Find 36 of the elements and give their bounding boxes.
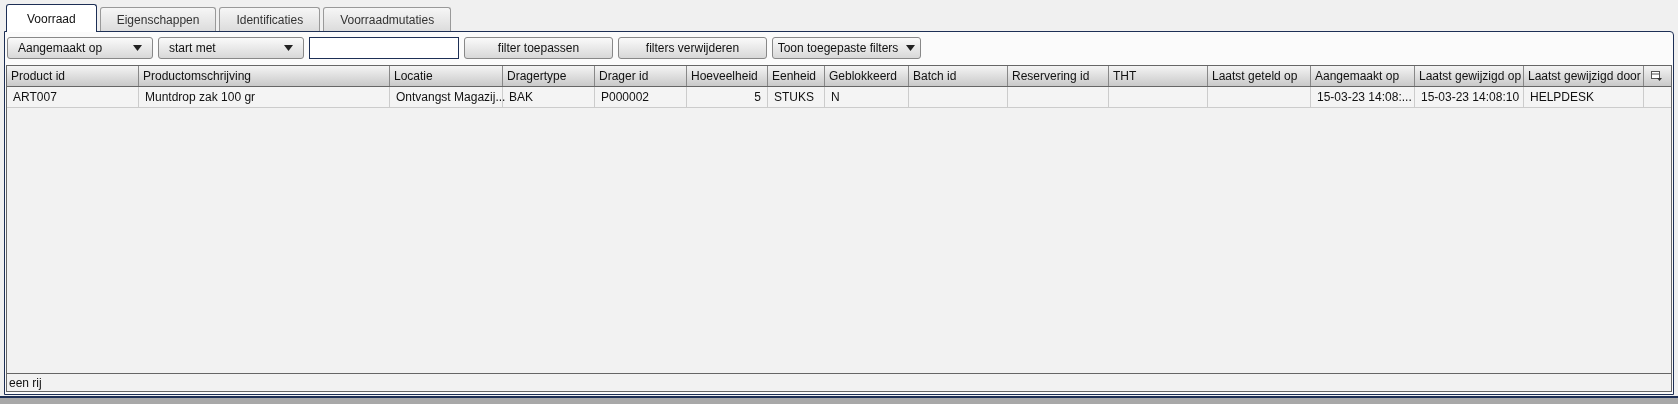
column-header[interactable]: Reservering id [1008, 66, 1109, 86]
tab[interactable]: Voorraad [6, 4, 97, 32]
tab[interactable]: Identificaties [219, 7, 321, 31]
column-header[interactable]: Dragertype [503, 66, 595, 86]
table-cell: Muntdrop zak 100 gr [145, 90, 256, 104]
column-header[interactable]: THT [1109, 66, 1208, 86]
field-dropdown[interactable]: Aangemaakt op [7, 37, 153, 59]
table-cell: 5 [754, 90, 761, 104]
column-header[interactable]: Product id [7, 66, 139, 86]
table-cell: ART007 [13, 90, 57, 104]
column-header[interactable]: Hoeveelheid [687, 66, 768, 86]
column-header[interactable]: Laatst geteld op [1208, 66, 1311, 86]
table-cell: P000002 [601, 90, 650, 104]
column-header[interactable]: Geblokkeerd [825, 66, 909, 86]
column-header[interactable]: Laatst gewijzigd op [1415, 66, 1524, 86]
applied-filters-menu-button[interactable]: Toon toegepaste filters [772, 37, 921, 59]
column-header[interactable]: Drager id [595, 66, 687, 86]
operator-dropdown[interactable]: start met [158, 37, 304, 59]
filter-button[interactable]: filter toepassen [464, 37, 613, 59]
column-header[interactable]: Laatst gewijzigd door [1524, 66, 1644, 86]
table-cell: N [831, 90, 840, 104]
table-cell: BAK [509, 90, 533, 104]
filter-button[interactable]: filters verwijderen [618, 37, 767, 59]
column-header[interactable]: Batch id [909, 66, 1008, 86]
table-cell: 15-03-23 14:08:10 [1421, 90, 1520, 104]
tab[interactable]: Voorraadmutaties [323, 7, 452, 31]
table-cell: HELPDESK [1530, 90, 1595, 104]
table-cell: Ontvangst Magazij... [396, 90, 506, 104]
column-header[interactable]: Eenheid [768, 66, 825, 86]
table-cell: 15-03-23 14:08:... [1317, 90, 1412, 104]
row-count-text: een rij [9, 375, 42, 390]
column-header[interactable]: Productomschrijving [139, 66, 390, 86]
table-cell: STUKS [774, 90, 814, 104]
tab[interactable]: Eigenschappen [99, 7, 217, 31]
column-header[interactable]: Aangemaakt op [1311, 66, 1415, 86]
column-header[interactable]: Locatie [390, 66, 503, 86]
